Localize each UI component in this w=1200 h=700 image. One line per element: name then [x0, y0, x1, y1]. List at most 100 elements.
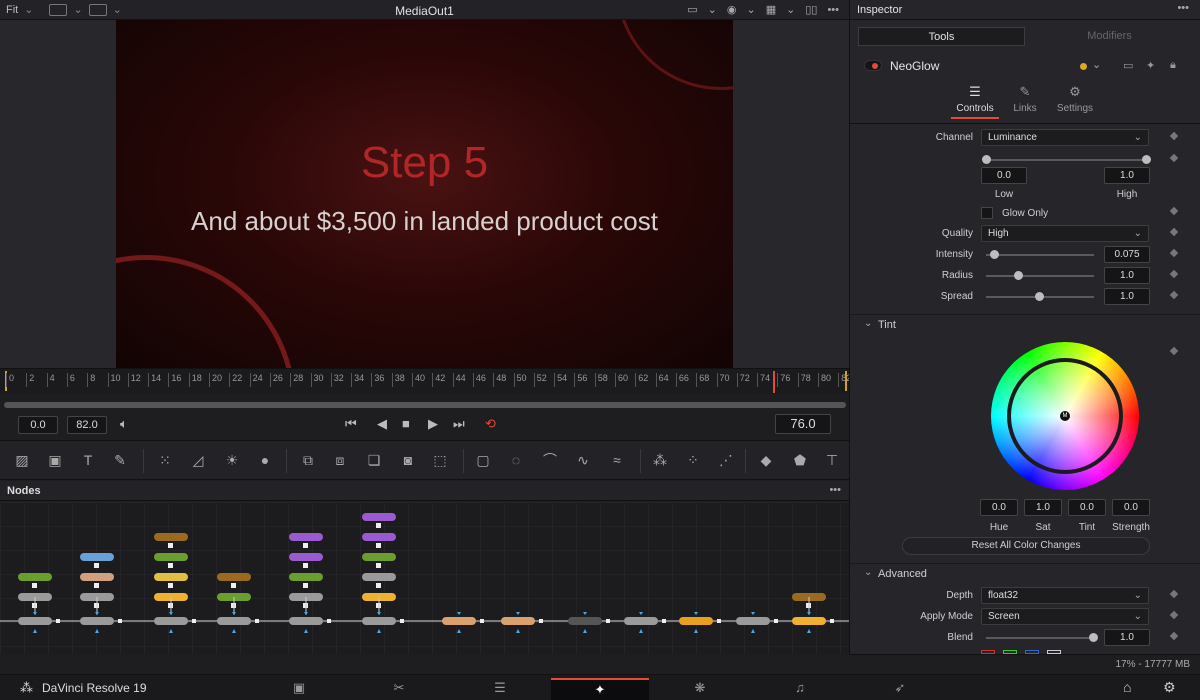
- go-to-end-icon[interactable]: ⏭︎: [453, 416, 465, 432]
- node-tile[interactable]: [217, 617, 251, 625]
- color-wheel[interactable]: M: [991, 342, 1139, 490]
- chevron-down-icon[interactable]: ⌄: [1092, 58, 1101, 71]
- advanced-section-header[interactable]: ⌄ Advanced: [850, 563, 1200, 583]
- reset-color-button[interactable]: Reset All Color Changes: [902, 537, 1150, 555]
- scrub-bar[interactable]: [4, 402, 846, 408]
- deliver-page-icon[interactable]: ➶: [851, 678, 949, 700]
- radius-field[interactable]: 1.0: [1104, 267, 1150, 284]
- node-tile[interactable]: [80, 573, 114, 581]
- wheel-marker[interactable]: M: [1060, 411, 1070, 421]
- intensity-field[interactable]: 0.075: [1104, 246, 1150, 263]
- fusion-page-icon[interactable]: ✦: [551, 678, 649, 700]
- intensity-knob[interactable]: [990, 250, 999, 259]
- node-tile[interactable]: [154, 617, 188, 625]
- spread-slider[interactable]: [986, 292, 1094, 301]
- color-page-icon[interactable]: ❋: [651, 678, 749, 700]
- radius-slider[interactable]: [986, 271, 1094, 280]
- crop-tool-icon[interactable]: ⬚: [430, 451, 450, 469]
- keyframe-icon[interactable]: [1169, 346, 1179, 356]
- blend-slider[interactable]: [986, 633, 1098, 642]
- subtab-links[interactable]: ✎ Links: [1000, 84, 1050, 114]
- low-field[interactable]: 0.0: [981, 167, 1027, 184]
- node-tile[interactable]: [362, 513, 396, 521]
- keyframe-icon[interactable]: [1169, 631, 1179, 641]
- audio-icon[interactable]: 🔈︎: [120, 416, 128, 432]
- more-options-icon[interactable]: •••: [829, 484, 841, 496]
- tool-toggle[interactable]: [864, 60, 882, 71]
- node-tile[interactable]: [289, 533, 323, 541]
- chevron-down-icon[interactable]: ⌄: [746, 3, 755, 16]
- timeline-ruler[interactable]: 0 2 4 6 8 10 12 14 16 18 20 22 24 26 28 30 32 34 36 38 40 42 4…: [0, 368, 851, 394]
- node-editor[interactable]: [0, 502, 849, 654]
- node-tile[interactable]: [154, 573, 188, 581]
- node-tile[interactable]: [362, 533, 396, 541]
- blend-knob[interactable]: [1089, 633, 1098, 642]
- node-tile[interactable]: [18, 617, 52, 625]
- color-icon[interactable]: ◉: [727, 3, 737, 16]
- node-tile[interactable]: [362, 617, 396, 625]
- layers-tool-icon[interactable]: ❏: [364, 451, 384, 469]
- blend-field[interactable]: 1.0: [1104, 629, 1150, 646]
- node-tile[interactable]: [80, 617, 114, 625]
- ellipse-tool-icon[interactable]: ◌: [506, 451, 526, 469]
- stop-icon[interactable]: ■: [402, 416, 410, 431]
- keyframe-icon[interactable]: [1169, 269, 1179, 279]
- pin-icon[interactable]: ✦: [1146, 59, 1155, 72]
- bspline-tool-icon[interactable]: ∿: [573, 451, 593, 469]
- particles-emitter-icon[interactable]: ⁂: [650, 451, 670, 469]
- grid-icon[interactable]: ▦: [766, 3, 776, 16]
- spread-field[interactable]: 1.0: [1104, 288, 1150, 305]
- tab-tools[interactable]: Tools: [858, 27, 1025, 46]
- node-tile[interactable]: [362, 553, 396, 561]
- paint-stroke-icon[interactable]: ≈: [607, 451, 627, 469]
- node-tile[interactable]: [154, 553, 188, 561]
- merge-tool-icon[interactable]: ⧉: [298, 451, 318, 469]
- node-tile[interactable]: [289, 617, 323, 625]
- 3d-shape-icon[interactable]: ◆: [756, 451, 776, 469]
- node-tile[interactable]: [80, 553, 114, 561]
- node-tile[interactable]: [154, 533, 188, 541]
- keyframe-icon[interactable]: [1169, 153, 1179, 163]
- rectangle-tool-icon[interactable]: ▢: [473, 451, 493, 469]
- chevron-down-icon[interactable]: ⌄: [786, 3, 795, 16]
- sat-field[interactable]: 1.0: [1024, 499, 1062, 516]
- tab-modifiers[interactable]: Modifiers: [1026, 27, 1193, 46]
- quality-dropdown[interactable]: High ⌄: [981, 225, 1149, 242]
- range-high-knob[interactable]: [1142, 155, 1151, 164]
- video-frame[interactable]: Step 5 And about $3,500 in landed produc…: [116, 20, 733, 368]
- tool-color-dot[interactable]: [1080, 63, 1087, 70]
- edit-page-icon[interactable]: ☰: [451, 678, 549, 700]
- gear-icon[interactable]: ⚙: [1163, 679, 1176, 696]
- keyframe-icon[interactable]: [1169, 131, 1179, 141]
- node-tile[interactable]: [217, 573, 251, 581]
- lock-icon[interactable]: 🔒︎: [1170, 59, 1176, 72]
- subtab-settings[interactable]: ⚙ Settings: [1050, 84, 1100, 114]
- particles-render-icon[interactable]: ⁘: [683, 451, 703, 469]
- dual-viewer-icon[interactable]: ▯▯: [805, 3, 817, 16]
- background-tool-icon[interactable]: ▨: [12, 451, 32, 469]
- node-tile[interactable]: [18, 573, 52, 581]
- 3d-text-icon[interactable]: ⊤: [822, 451, 842, 469]
- playhead[interactable]: [773, 371, 775, 393]
- channel-dropdown[interactable]: Luminance ⌄: [981, 129, 1149, 146]
- node-tile[interactable]: [501, 617, 535, 625]
- node-graph-canvas[interactable]: [0, 502, 849, 654]
- paint-tool-icon[interactable]: ▣: [45, 451, 65, 469]
- node-tile[interactable]: [568, 617, 602, 625]
- loop-icon[interactable]: ⟲: [485, 416, 496, 432]
- range-slider[interactable]: [982, 155, 1151, 164]
- viewer[interactable]: Step 5 And about $3,500 in landed produc…: [0, 20, 849, 368]
- global-end-field[interactable]: 82.0: [67, 416, 107, 434]
- node-tile[interactable]: [289, 573, 323, 581]
- glow-only-checkbox[interactable]: [981, 207, 993, 219]
- home-icon[interactable]: ⌂: [1123, 679, 1131, 695]
- text-tool-icon[interactable]: T: [78, 451, 98, 469]
- version-icon[interactable]: ▭: [1123, 59, 1133, 72]
- brush-tool-icon[interactable]: ✎: [110, 451, 130, 469]
- go-to-start-icon[interactable]: ⏮︎: [345, 416, 357, 432]
- tint-field[interactable]: 0.0: [1068, 499, 1106, 516]
- chevron-down-icon[interactable]: ⌄: [708, 3, 717, 16]
- 3d-merge-icon[interactable]: ⬟: [790, 451, 810, 469]
- keyframe-icon[interactable]: [1169, 589, 1179, 599]
- polygon-tool-icon[interactable]: ⌒: [540, 451, 560, 469]
